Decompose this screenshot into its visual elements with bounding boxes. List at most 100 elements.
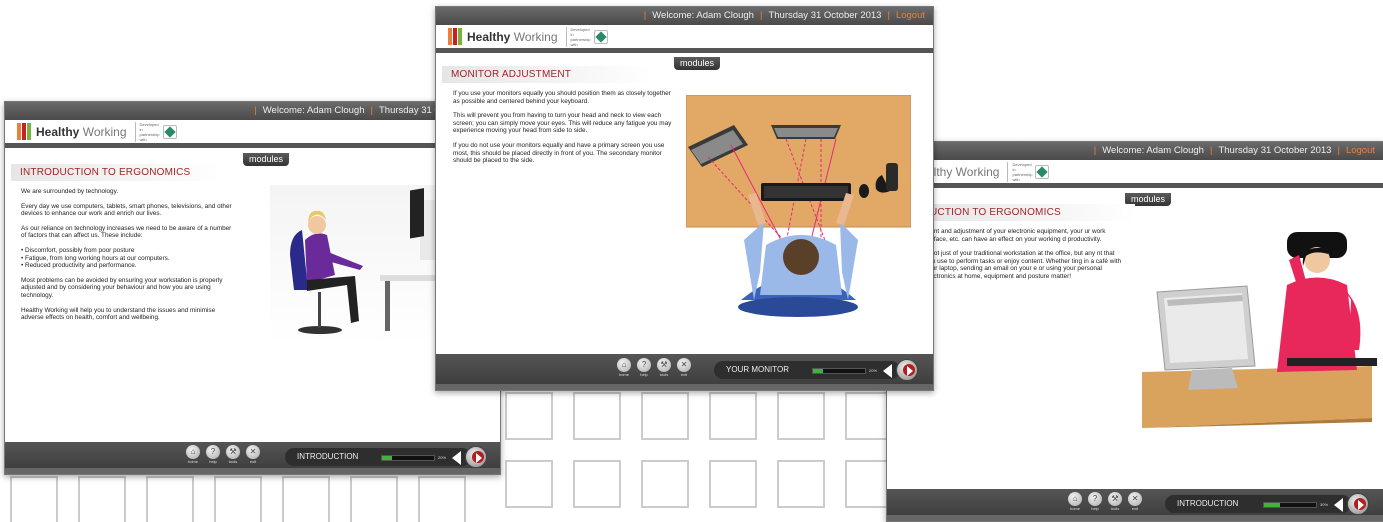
bottom-strip xyxy=(436,384,933,390)
home-button[interactable]: ⌂ home xyxy=(616,358,632,377)
play-icon xyxy=(476,453,482,463)
close-icon: ✕ xyxy=(677,358,691,372)
exit-button[interactable]: ✕ exit xyxy=(676,358,692,377)
home-icon: ⌂ xyxy=(186,445,200,459)
page-title: INTRODUCTION TO ERGONOMICS xyxy=(11,164,221,181)
next-button[interactable] xyxy=(465,446,487,468)
progress-percent: 30% xyxy=(1320,502,1329,507)
progress-fill xyxy=(1264,503,1280,507)
wrench-icon: ⚒ xyxy=(1108,492,1122,506)
background-square xyxy=(146,476,194,522)
bottom-nav-bar: ⌂ home ? help ⚒ tools ✕ exit INTRODUCTION 20… xyxy=(5,442,500,474)
content-text: We are surrounded by technology. Every d… xyxy=(21,188,236,329)
background-square xyxy=(10,476,58,522)
content-text: ment and adjustment of your electronic e… xyxy=(925,228,1123,288)
bottom-strip xyxy=(5,468,500,474)
hsl-logo-icon xyxy=(1035,164,1050,179)
paragraph: We are surrounded by technology. xyxy=(21,188,119,195)
right-app-window: | Welcome: Adam Clough | Thursday 31 Octobe… xyxy=(886,141,1383,522)
healthy-working-logo-icon xyxy=(17,123,31,140)
play-icon xyxy=(1358,500,1364,510)
paragraph: This will prevent you from having to tur… xyxy=(453,112,672,135)
date-text: Thursday 31 October 2013 xyxy=(1218,145,1332,156)
bottom-nav-bar: ⌂ home ? help ⚒ tools ✕ exit YOUR MONITOR 20… xyxy=(436,354,933,390)
brand-bar: Healthy Working Developed in partnership… xyxy=(5,120,500,148)
modules-button[interactable]: modules xyxy=(674,57,720,70)
help-icon: ? xyxy=(1088,492,1102,506)
hsl-logo-icon xyxy=(162,124,177,139)
bottom-nav-bar: ⌂ home ? help ⚒ tools ✕ exit INTRODUCTION 30… xyxy=(887,489,1383,521)
background-square xyxy=(641,460,689,508)
bullet-item: Reduced productivity and performance. xyxy=(21,262,236,270)
page-title: MONITOR ADJUSTMENT xyxy=(442,66,652,83)
bullet-list: Discomfort, possibly from poor posture F… xyxy=(21,247,236,270)
progress-bar xyxy=(1263,502,1317,508)
paragraph: If you use your monitors equally you sho… xyxy=(453,90,671,105)
paragraph: ment and adjustment of your electronic e… xyxy=(925,228,1106,243)
paragraph: e not just of your traditional workstati… xyxy=(925,250,1122,280)
welcome-text: Welcome: Adam Clough xyxy=(1102,145,1204,156)
paragraph: If you do not use your monitors equally … xyxy=(453,141,665,165)
background-square xyxy=(505,392,553,440)
progress-percent: 20% xyxy=(869,368,878,373)
brand-name: Healthy Working xyxy=(467,29,558,44)
background-square xyxy=(78,476,126,522)
next-button[interactable] xyxy=(896,359,918,381)
hsl-logo-icon xyxy=(593,29,608,44)
exit-button[interactable]: ✕ exit xyxy=(245,445,261,464)
tools-button[interactable]: ⚒ tools xyxy=(656,358,672,377)
bullet-item: Discomfort, possibly from poor posture xyxy=(21,247,236,255)
wrench-icon: ⚒ xyxy=(657,358,671,372)
screenshot-collage: |Welcome: Adam Clough|Thursday 31 Octobe… xyxy=(0,0,1383,522)
header-bar: |Welcome: Adam Clough|Thursday 31 Octobe… xyxy=(436,7,933,25)
progress-bar xyxy=(812,368,866,374)
progress-fill xyxy=(813,369,824,373)
welcome-text: Welcome: Adam Clough xyxy=(652,10,754,21)
header-bar: |Welcome: Adam Clough|Thursday 31 Octobe… xyxy=(5,102,500,120)
help-button[interactable]: ? help xyxy=(205,445,221,464)
partner-text: Developed in partnership with xyxy=(134,121,160,142)
bottom-strip xyxy=(887,515,1383,521)
wrench-icon: ⚒ xyxy=(226,445,240,459)
background-square xyxy=(418,476,466,522)
background-square xyxy=(282,476,330,522)
paragraph: As our reliance on technology increases … xyxy=(21,224,232,240)
background-square xyxy=(505,460,553,508)
background-square xyxy=(641,392,689,440)
close-icon: ✕ xyxy=(1128,492,1142,506)
header-bar: |Welcome: Adam Clough|Thursday 31 Octobe… xyxy=(887,142,1383,160)
date-text: Thursday 31 October 2013 xyxy=(768,10,882,21)
exit-button[interactable]: ✕ exit xyxy=(1127,492,1143,511)
brand-bar: althy Working Developed in partnership w… xyxy=(887,160,1383,188)
brand-name: Healthy Working xyxy=(36,124,127,139)
close-icon: ✕ xyxy=(246,445,260,459)
help-button[interactable]: ? help xyxy=(1087,492,1103,511)
paragraph: Healthy Working will help you to underst… xyxy=(21,306,216,322)
help-icon: ? xyxy=(637,358,651,372)
logout-link[interactable]: Logout xyxy=(1346,145,1375,156)
next-button[interactable] xyxy=(1347,493,1369,515)
help-button[interactable]: ? help xyxy=(636,358,652,377)
background-square xyxy=(214,476,262,522)
modules-button[interactable]: modules xyxy=(243,153,289,166)
progress-bar xyxy=(381,455,435,461)
home-button[interactable]: ⌂ home xyxy=(185,445,201,464)
logout-link[interactable]: Logout xyxy=(896,10,925,21)
home-button[interactable]: ⌂ home xyxy=(1067,492,1083,511)
progress-percent: 20% xyxy=(438,455,447,460)
woman-with-laptop-illustration xyxy=(1142,232,1377,428)
tools-button[interactable]: ⚒ tools xyxy=(1107,492,1123,511)
background-square xyxy=(573,392,621,440)
help-icon: ? xyxy=(206,445,220,459)
background-square xyxy=(350,476,398,522)
previous-arrow-icon[interactable] xyxy=(883,364,892,378)
partner-text: Developed in partnership with xyxy=(565,26,591,47)
tools-button[interactable]: ⚒ tools xyxy=(225,445,241,464)
previous-arrow-icon[interactable] xyxy=(452,451,461,465)
home-icon: ⌂ xyxy=(1068,492,1082,506)
left-app-window: |Welcome: Adam Clough|Thursday 31 Octobe… xyxy=(4,101,501,475)
background-square xyxy=(777,392,825,440)
page-title: UCTION TO ERGONOMICS xyxy=(925,204,1135,221)
dual-monitor-desk-illustration xyxy=(686,95,911,317)
previous-arrow-icon[interactable] xyxy=(1334,498,1343,512)
